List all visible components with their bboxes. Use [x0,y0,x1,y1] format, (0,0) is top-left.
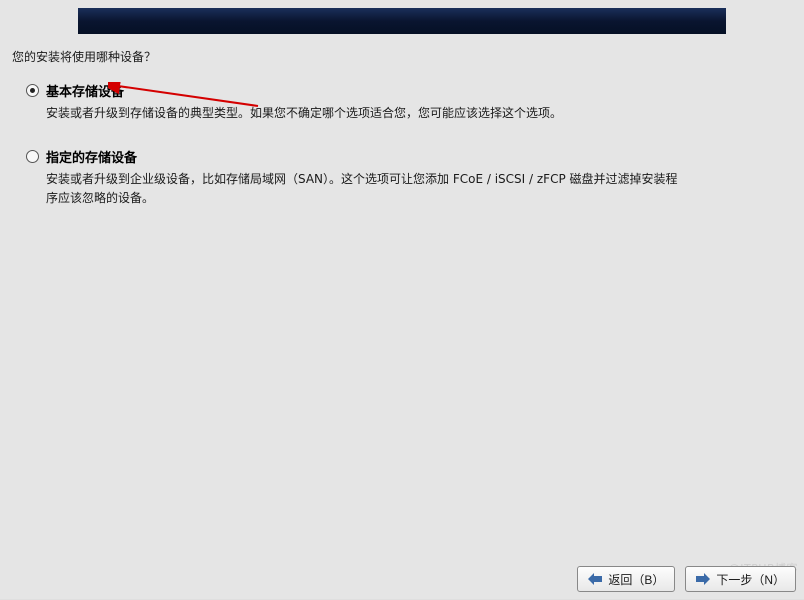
header-bar [78,8,726,34]
arrow-left-icon [588,573,602,585]
option-desc: 安装或者升级到企业级设备，比如存储局域网（SAN）。这个选项可让您添加 FCoE… [46,170,686,208]
next-button-label: 下一步（N） [716,571,785,588]
question-text: 您的安装将使用哪种设备？ [12,48,794,65]
option-basic-storage[interactable]: 基本存储设备 安装或者升级到存储设备的典型类型。如果您不确定哪个选项适合您，您可… [26,81,794,123]
option-title: 指定的存储设备 [46,147,794,166]
content-area: 您的安装将使用哪种设备？ 基本存储设备 安装或者升级到存储设备的典型类型。如果您… [10,48,794,233]
option-title: 基本存储设备 [46,81,794,100]
back-button[interactable]: 返回（B） [577,566,675,592]
radio-basic-storage[interactable] [26,84,39,97]
next-button[interactable]: 下一步（N） [685,566,796,592]
arrow-right-icon [696,573,710,585]
back-button-label: 返回（B） [608,571,664,588]
option-specified-storage[interactable]: 指定的存储设备 安装或者升级到企业级设备，比如存储局域网（SAN）。这个选项可让… [26,147,794,208]
option-desc: 安装或者升级到存储设备的典型类型。如果您不确定哪个选项适合您，您可能应该选择这个… [46,104,686,123]
radio-specified-storage[interactable] [26,150,39,163]
footer-buttons: 返回（B） 下一步（N） [577,566,796,592]
